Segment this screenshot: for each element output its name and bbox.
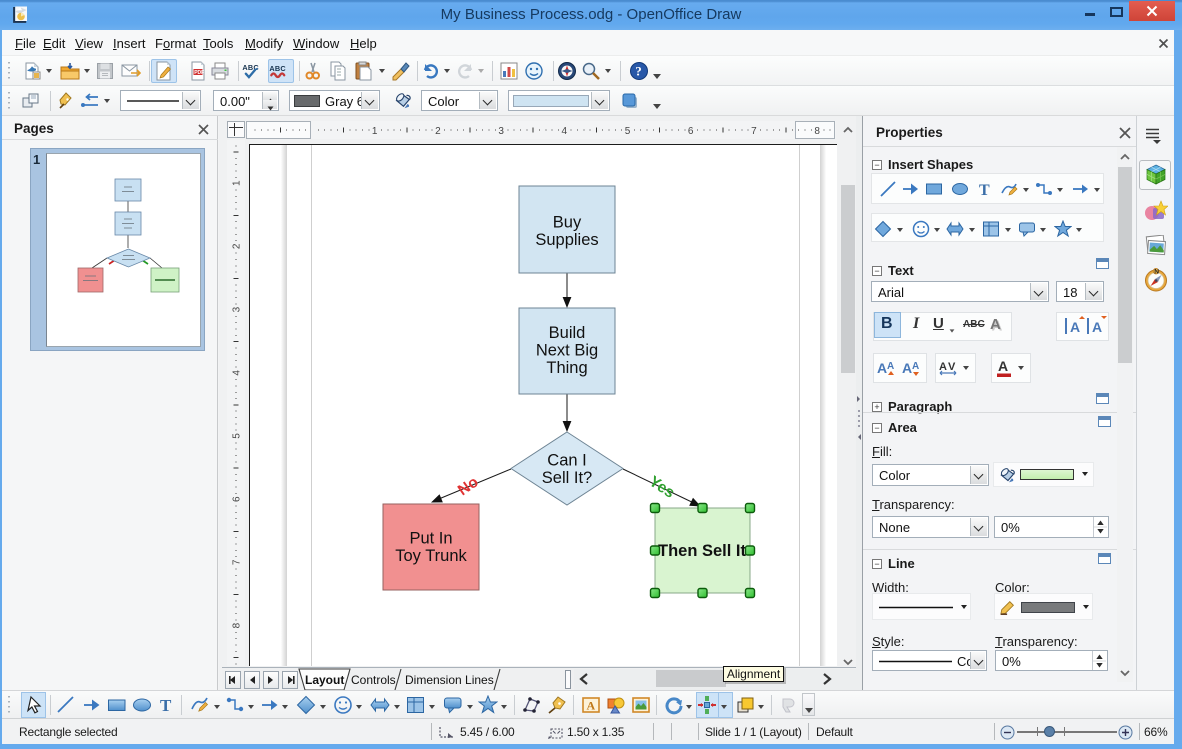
svg-text:ABC: ABC	[269, 64, 286, 73]
svg-text:A: A	[877, 360, 887, 376]
svg-text:Next Big: Next Big	[536, 342, 598, 360]
svg-text:7: 7	[751, 126, 757, 137]
svg-text:T: T	[979, 182, 990, 198]
svg-text:3: 3	[498, 126, 504, 137]
svg-text:7: 7	[232, 559, 243, 565]
svg-text:A: A	[998, 358, 1008, 374]
svg-text:?: ?	[635, 64, 642, 79]
svg-text:A: A	[587, 699, 596, 713]
svg-text:T: T	[160, 696, 172, 715]
svg-text:Then Sell It: Then Sell It	[658, 542, 747, 560]
svg-text:A: A	[902, 360, 912, 376]
svg-text:A: A	[1092, 319, 1102, 335]
svg-text:8: 8	[232, 622, 243, 628]
svg-text:Supplies: Supplies	[535, 231, 598, 249]
svg-text:6: 6	[688, 126, 694, 137]
svg-text:A: A	[939, 361, 947, 373]
svg-text:Buy: Buy	[553, 214, 582, 232]
svg-text:Dimension Lines: Dimension Lines	[405, 673, 494, 687]
svg-text:Build: Build	[549, 324, 586, 342]
svg-text:Can I: Can I	[547, 452, 586, 470]
svg-text:Put In: Put In	[409, 530, 452, 548]
svg-text:4: 4	[232, 370, 243, 376]
svg-text:Controls: Controls	[351, 673, 396, 687]
svg-text:Layout: Layout	[305, 673, 344, 687]
svg-text:5: 5	[625, 126, 631, 137]
svg-text:2: 2	[435, 126, 441, 137]
svg-text:3: 3	[232, 306, 243, 312]
svg-text:4: 4	[562, 126, 568, 137]
svg-text:No: No	[455, 474, 482, 500]
svg-text:2: 2	[232, 243, 243, 249]
svg-text:A: A	[912, 361, 919, 372]
svg-text:A: A	[1070, 319, 1080, 335]
svg-text:1: 1	[232, 180, 243, 186]
svg-text:ABC: ABC	[242, 63, 259, 72]
svg-text:1: 1	[372, 126, 378, 137]
svg-text:N: N	[1154, 269, 1159, 276]
svg-text:6: 6	[232, 496, 243, 502]
svg-text:PDF: PDF	[194, 70, 204, 76]
svg-text:Thing: Thing	[546, 359, 587, 377]
svg-text:8: 8	[814, 126, 820, 137]
svg-text:Sell It?: Sell It?	[542, 469, 592, 487]
svg-text:5: 5	[232, 433, 243, 439]
svg-text:A: A	[887, 361, 894, 372]
svg-text:Yes: Yes	[646, 473, 678, 502]
svg-text:Toy Trunk: Toy Trunk	[395, 547, 467, 565]
